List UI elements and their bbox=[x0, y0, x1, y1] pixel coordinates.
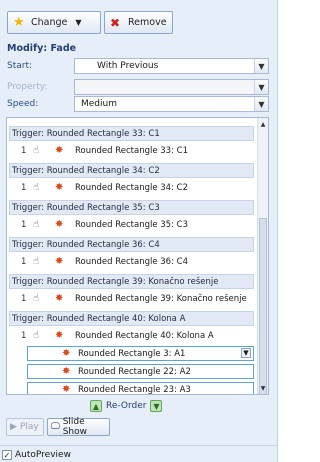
start-row: Start: With Previous ▼ bbox=[7, 58, 269, 74]
sub-animation-item[interactable]: ✸ Rounded Rectangle 22: A2 bbox=[27, 364, 254, 379]
animation-star-icon: ✸ bbox=[62, 366, 71, 377]
animation-list: Trigger: Rounded Rectangle 33: C1 1 ☝ ✸ … bbox=[6, 117, 269, 395]
divider bbox=[0, 445, 277, 446]
sub-animation-item[interactable]: ✸ Rounded Rectangle 23: A3 bbox=[27, 382, 254, 395]
animation-star-icon: ✸ bbox=[55, 256, 64, 267]
autopreview-checkbox[interactable]: ✓ bbox=[2, 450, 12, 460]
trigger-row[interactable]: Trigger: Rounded Rectangle 36: C4 bbox=[9, 237, 254, 252]
animation-star-icon: ✸ bbox=[55, 219, 64, 230]
item-name: Rounded Rectangle 23: A3 bbox=[78, 384, 191, 395]
animation-star-icon: ✸ bbox=[62, 348, 71, 359]
start-dropdown[interactable]: With Previous ▼ bbox=[74, 58, 269, 74]
item-name: Rounded Rectangle 34: C2 bbox=[75, 182, 188, 193]
animation-star-icon: ✸ bbox=[55, 330, 64, 341]
start-value: With Previous bbox=[97, 61, 159, 71]
item-number: 1 bbox=[21, 293, 27, 304]
property-row: Property: ▼ bbox=[7, 79, 269, 95]
play-label: Play bbox=[19, 422, 39, 432]
trigger-row[interactable]: Trigger: Rounded Rectangle 33: C1 bbox=[9, 126, 254, 141]
mouse-click-icon: ☝ bbox=[33, 145, 40, 156]
start-label: Start: bbox=[7, 61, 33, 71]
speed-row: Speed: Medium ▼ bbox=[7, 96, 269, 112]
star-effect-icon: ★ bbox=[13, 14, 25, 30]
autopreview-label: AutoPreview bbox=[15, 450, 71, 460]
item-number: 1 bbox=[21, 182, 27, 193]
property-dropdown[interactable]: ▼ bbox=[74, 79, 269, 95]
change-effect-button[interactable]: ★ Change ▼ bbox=[7, 11, 101, 34]
item-number: 1 bbox=[21, 330, 27, 341]
mouse-click-icon: ☝ bbox=[33, 182, 40, 193]
animation-item[interactable]: 1 ☝ ✸ Rounded Rectangle 40: Kolona A bbox=[9, 328, 254, 343]
chevron-down-icon[interactable]: ▼ bbox=[241, 348, 251, 358]
trigger-row[interactable]: Trigger: Rounded Rectangle 35: C3 bbox=[9, 200, 254, 215]
remove-effect-button[interactable]: ✖ Remove bbox=[104, 11, 173, 34]
item-number: 1 bbox=[21, 145, 27, 156]
chevron-down-icon: ▼ bbox=[75, 18, 82, 27]
mouse-click-icon: ☝ bbox=[33, 219, 40, 230]
item-name: Rounded Rectangle 3: A1 bbox=[78, 348, 186, 359]
animation-item[interactable]: 1 ☝ ✸ Rounded Rectangle 33: C1 bbox=[9, 143, 254, 158]
move-up-icon[interactable]: ▲ bbox=[90, 400, 102, 412]
animation-star-icon: ✸ bbox=[62, 384, 71, 395]
item-number: 1 bbox=[21, 219, 27, 230]
reorder-label: Re-Order bbox=[106, 401, 147, 411]
slide-show-icon: 🖵 bbox=[51, 422, 60, 432]
animation-item[interactable]: 1 ☝ ✸ Rounded Rectangle 36: C4 bbox=[9, 254, 254, 269]
play-icon: ▶ bbox=[10, 422, 17, 432]
speed-dropdown[interactable]: Medium ▼ bbox=[74, 96, 269, 112]
slide-show-button[interactable]: 🖵 Slide Show bbox=[47, 417, 110, 437]
animation-item[interactable]: 1 ☝ ✸ Rounded Rectangle 39: Konačno reše… bbox=[9, 291, 254, 306]
move-down-icon[interactable]: ▼ bbox=[150, 400, 163, 412]
speed-label: Speed: bbox=[7, 99, 39, 109]
chevron-down-icon[interactable]: ▼ bbox=[254, 59, 268, 73]
remove-effect-label: Remove bbox=[128, 17, 167, 28]
animation-star-icon: ✸ bbox=[55, 293, 64, 304]
animation-list-content: Trigger: Rounded Rectangle 33: C1 1 ☝ ✸ … bbox=[7, 118, 256, 394]
trigger-row[interactable]: Trigger: Rounded Rectangle 39: Konačno r… bbox=[9, 274, 254, 289]
item-name: Rounded Rectangle 35: C3 bbox=[75, 219, 188, 230]
slide-show-label: Slide Show bbox=[62, 417, 87, 437]
chevron-down-icon[interactable]: ▼ bbox=[254, 80, 268, 94]
change-effect-label: Change bbox=[31, 17, 68, 28]
autopreview-row[interactable]: ✓ AutoPreview bbox=[2, 450, 71, 460]
animation-item[interactable]: 1 ☝ ✸ Rounded Rectangle 34: C2 bbox=[9, 180, 254, 195]
custom-animation-pane: ★ Change ▼ ✖ Remove Modify: Fade Start: … bbox=[0, 0, 278, 462]
mouse-click-icon: ☝ bbox=[33, 293, 40, 304]
sub-animation-item[interactable]: ✸ Rounded Rectangle 3: A1 ▼ bbox=[27, 346, 254, 361]
speed-value: Medium bbox=[81, 99, 117, 109]
item-name: Rounded Rectangle 36: C4 bbox=[75, 256, 188, 267]
trigger-row[interactable]: Trigger: Rounded Rectangle 34: C2 bbox=[9, 163, 254, 178]
item-name: Rounded Rectangle 40: Kolona A bbox=[75, 330, 214, 341]
list-scrollbar[interactable]: ▲ ▼ bbox=[257, 118, 268, 394]
remove-icon: ✖ bbox=[110, 15, 121, 30]
reorder-controls: ▲ Re-Order ▼ bbox=[90, 400, 163, 412]
item-number: 1 bbox=[21, 256, 27, 267]
mouse-click-icon: ☝ bbox=[33, 256, 40, 267]
scroll-thumb[interactable] bbox=[259, 218, 267, 394]
scroll-down-icon[interactable]: ▼ bbox=[258, 383, 268, 393]
modify-effect-title: Modify: Fade bbox=[7, 43, 77, 54]
trigger-row[interactable]: Trigger: Rounded Rectangle 40: Kolona A bbox=[9, 311, 254, 326]
animation-item[interactable]: 1 ☝ ✸ Rounded Rectangle 35: C3 bbox=[9, 217, 254, 232]
animation-star-icon: ✸ bbox=[55, 145, 64, 156]
item-name: Rounded Rectangle 22: A2 bbox=[78, 366, 191, 377]
item-name: Rounded Rectangle 39: Konačno rešenje bbox=[75, 293, 247, 304]
scroll-up-icon[interactable]: ▲ bbox=[258, 119, 268, 129]
animation-star-icon: ✸ bbox=[55, 182, 64, 193]
play-button[interactable]: ▶ Play bbox=[6, 418, 44, 436]
chevron-down-icon[interactable]: ▼ bbox=[254, 97, 268, 111]
property-label: Property: bbox=[7, 82, 48, 92]
mouse-click-icon: ☝ bbox=[33, 330, 40, 341]
animation-toolbar: ★ Change ▼ ✖ Remove bbox=[0, 0, 278, 42]
item-name: Rounded Rectangle 33: C1 bbox=[75, 145, 188, 156]
